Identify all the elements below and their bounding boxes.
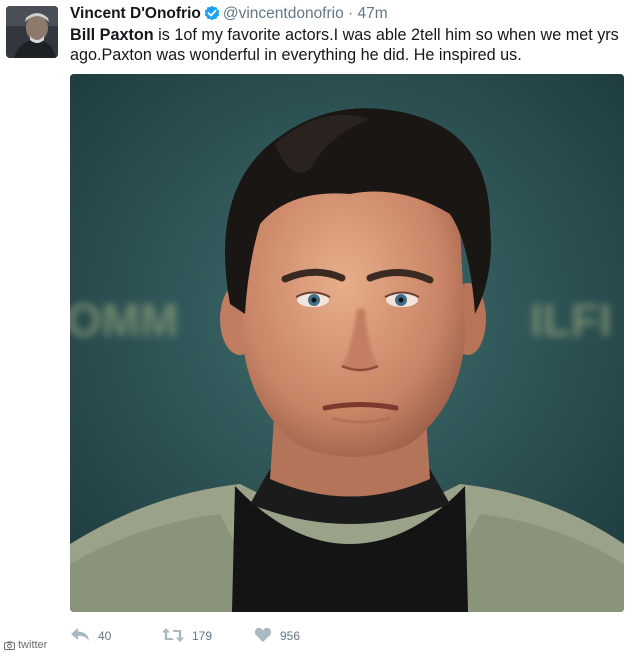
avatar[interactable] [6,6,58,58]
background-lettering-right: ILFI [530,294,612,346]
retweet-count: 179 [192,629,213,643]
portrait-photo: OMM ILFI [70,74,624,612]
retweet-button[interactable]: 179 [162,627,254,646]
author-name[interactable]: Vincent D'Onofrio [70,5,201,22]
reply-icon [70,627,90,646]
tweet-header: Vincent D'Onofrio @vincentdonofrio · 47m [70,4,626,27]
watermark-label: twitter [18,639,48,651]
camera-icon [4,640,15,654]
time-separator: · [348,5,354,22]
tweet-photo[interactable]: OMM ILFI [70,74,624,612]
tweet-text: Bill Paxton is 1of my favorite actors.I … [70,25,626,65]
background-lettering-left: OMM [70,294,178,346]
verified-badge-icon [204,5,220,27]
tweet-time[interactable]: 47m [358,5,388,22]
mention-text: Bill Paxton [70,26,154,44]
retweet-icon [162,627,184,646]
author-handle[interactable]: @vincentdonofrio [223,5,344,22]
reply-count: 40 [98,629,112,643]
reply-button[interactable]: 40 [70,627,162,646]
avatar-image [6,6,58,58]
like-count: 956 [280,629,301,643]
like-button[interactable]: 956 [254,627,334,646]
source-watermark: twitter [0,637,52,656]
heart-icon [254,627,272,646]
tweet-actions: 40 179 956 [70,624,334,648]
